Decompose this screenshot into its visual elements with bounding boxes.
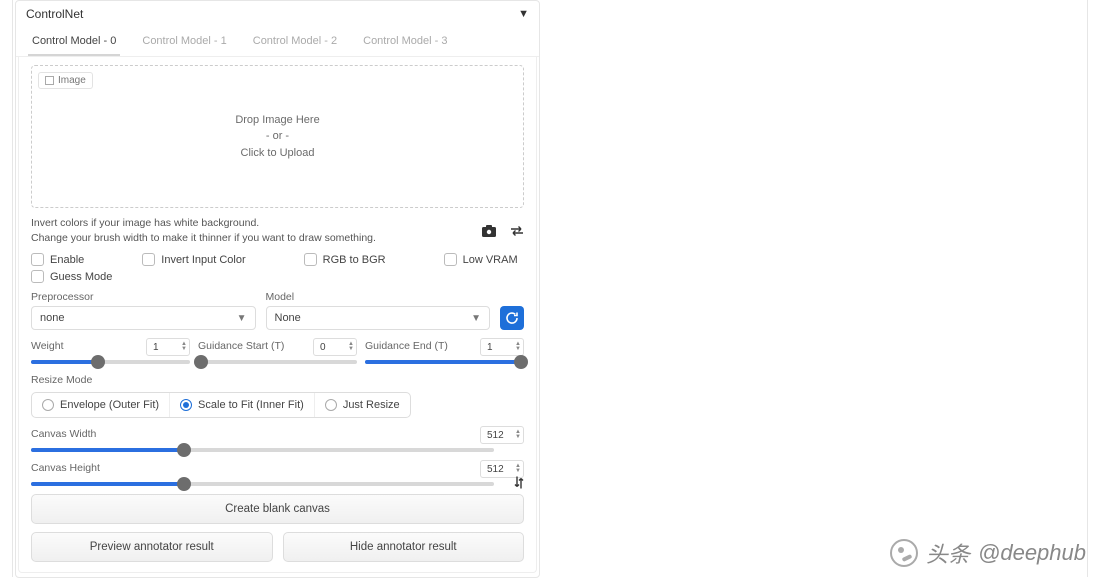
guess-mode-checkbox[interactable]: Guess Mode: [31, 270, 112, 283]
tab-control-model-1[interactable]: Control Model - 1: [138, 27, 230, 56]
panel-title: ControlNet: [26, 7, 83, 21]
preprocessor-select[interactable]: none ▼: [31, 306, 256, 330]
preview-annotator-button[interactable]: Preview annotator result: [31, 532, 273, 562]
resize-just-resize-option[interactable]: Just Resize: [315, 393, 410, 417]
low-vram-checkbox[interactable]: Low VRAM: [444, 253, 518, 266]
tabs: Control Model - 0 Control Model - 1 Cont…: [16, 27, 539, 57]
model-select[interactable]: None ▼: [266, 306, 491, 330]
watermark-logo-icon: [890, 539, 918, 567]
slider-thumb[interactable]: [194, 355, 208, 369]
stepper-icon: ▲▼: [515, 430, 521, 440]
enable-checkbox[interactable]: Enable: [31, 253, 84, 266]
resize-scale-to-fit-option[interactable]: Scale to Fit (Inner Fit): [170, 393, 315, 417]
canvas-height-label: Canvas Height: [31, 462, 100, 474]
tab-control-model-0[interactable]: Control Model - 0: [28, 27, 120, 56]
slider-thumb[interactable]: [514, 355, 528, 369]
stepper-icon: ▲▼: [515, 342, 521, 352]
guidance-end-input[interactable]: 1 ▲▼: [480, 338, 524, 356]
canvas-height-slider[interactable]: [31, 482, 494, 486]
swap-icon[interactable]: [510, 225, 524, 237]
canvas-width-label: Canvas Width: [31, 428, 96, 440]
collapse-icon: ▼: [518, 8, 529, 20]
drop-line3: Click to Upload: [241, 145, 315, 162]
tab-control-model-2[interactable]: Control Model - 2: [249, 27, 341, 56]
tab-body: Image Drop Image Here - or - Click to Up…: [18, 57, 537, 573]
weight-input[interactable]: 1 ▲▼: [146, 338, 190, 356]
drop-line2: - or -: [266, 128, 289, 145]
preprocessor-label: Preprocessor: [31, 291, 256, 303]
panel-header[interactable]: ControlNet ▼: [16, 1, 539, 27]
resize-envelope-option[interactable]: Envelope (Outer Fit): [32, 393, 170, 417]
swap-dimensions-icon[interactable]: [510, 472, 528, 497]
camera-icon[interactable]: [482, 225, 496, 237]
rgb-to-bgr-checkbox[interactable]: RGB to BGR: [304, 253, 386, 266]
weight-slider[interactable]: [31, 360, 190, 364]
slider-thumb[interactable]: [91, 355, 105, 369]
slider-thumb[interactable]: [177, 443, 191, 457]
refresh-model-button[interactable]: [500, 306, 524, 330]
watermark: 头条 @deephub: [890, 537, 1086, 569]
guidance-start-label: Guidance Start (T): [198, 340, 284, 352]
invert-input-color-checkbox[interactable]: Invert Input Color: [142, 253, 245, 266]
guidance-start-slider[interactable]: [198, 360, 357, 364]
guidance-end-label: Guidance End (T): [365, 340, 448, 352]
chevron-down-icon: ▼: [237, 313, 247, 324]
create-blank-canvas-button[interactable]: Create blank canvas: [31, 494, 524, 524]
helper-text: Invert colors if your image has white ba…: [31, 216, 376, 245]
resize-mode-label: Resize Mode: [31, 374, 524, 386]
stepper-icon: ▲▼: [181, 342, 187, 352]
canvas-width-slider[interactable]: [31, 448, 494, 452]
stepper-icon: ▲▼: [348, 342, 354, 352]
chevron-down-icon: ▼: [471, 313, 481, 324]
weight-label: Weight: [31, 340, 64, 352]
tab-control-model-3[interactable]: Control Model - 3: [359, 27, 451, 56]
slider-thumb[interactable]: [177, 477, 191, 491]
canvas-width-input[interactable]: 512 ▲▼: [480, 426, 524, 444]
image-drop-zone[interactable]: Image Drop Image Here - or - Click to Up…: [31, 65, 524, 208]
drop-hint: Drop Image Here - or - Click to Upload: [32, 66, 523, 207]
controlnet-panel: ControlNet ▼ Control Model - 0 Control M…: [15, 0, 540, 578]
drop-line1: Drop Image Here: [235, 112, 319, 129]
hide-annotator-button[interactable]: Hide annotator result: [283, 532, 525, 562]
model-label: Model: [266, 291, 491, 303]
guidance-end-slider[interactable]: [365, 360, 524, 364]
resize-mode-segmented: Envelope (Outer Fit) Scale to Fit (Inner…: [31, 392, 411, 418]
guidance-start-input[interactable]: 0 ▲▼: [313, 338, 357, 356]
